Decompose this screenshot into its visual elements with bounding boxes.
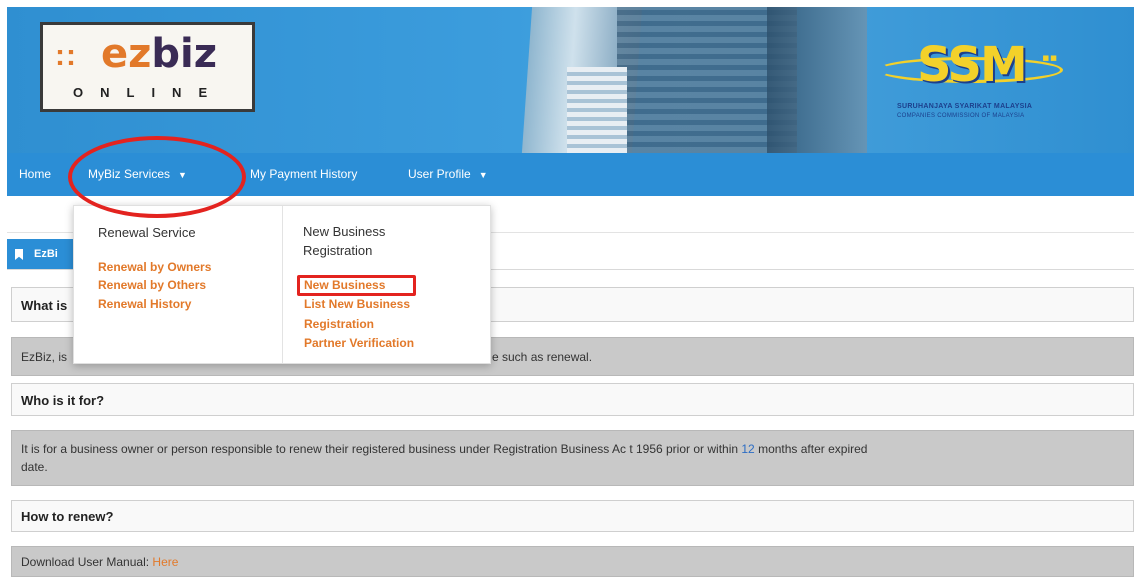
user-manual-link[interactable]: Here (152, 555, 178, 569)
renewal-by-others-link[interactable]: Renewal by Others (98, 278, 206, 292)
mybiz-services-dropdown: Renewal Service Renewal by Owners Renewa… (73, 205, 491, 364)
building-graphic (767, 7, 867, 153)
nav-home[interactable]: Home (19, 167, 51, 181)
ssm-name: SURUHANJAYA SYARIKAT MALAYSIA (897, 103, 1033, 110)
faq-answer: Download User Manual: Here (11, 546, 1134, 577)
ssm-logo: SSM ▪▪ SURUHANJAYA SYARIKAT MALAYSIA COM… (877, 37, 1112, 127)
header-banner: :: ezbiz ONLINE SSM ▪▪ SURUHANJAYA SYARI… (7, 7, 1134, 153)
logo-mark: :: (55, 39, 77, 72)
ssm-mark: SSM (917, 37, 1028, 93)
highlight-ellipse (68, 136, 246, 218)
nav-user-profile[interactable]: User Profile ▼ (408, 167, 488, 181)
answer-text: Download User Manual: (21, 555, 153, 569)
caret-down-icon: ▼ (478, 170, 488, 180)
registration-link[interactable]: Registration (304, 317, 374, 331)
ssm-dots-icon: ▪▪ (1042, 45, 1058, 70)
question-text: Who is it for? (21, 393, 105, 408)
building-graphic (567, 67, 627, 153)
section-tab-label: EzBi (34, 248, 58, 260)
question-text: What is (21, 298, 68, 313)
dropdown-heading: Registration (303, 243, 373, 258)
highlight-box (297, 275, 416, 296)
ezbiz-logo[interactable]: :: ezbiz ONLINE (40, 22, 255, 112)
dropdown-heading: Renewal Service (98, 225, 196, 240)
list-new-business-link[interactable]: List New Business (304, 297, 410, 311)
faq-question: Who is it for? (11, 383, 1134, 416)
nav-label: User Profile (408, 167, 471, 181)
logo-word: ezbiz (101, 31, 218, 77)
question-text: How to renew? (21, 509, 114, 524)
renewal-by-owners-link[interactable]: Renewal by Owners (98, 260, 211, 274)
renewal-history-link[interactable]: Renewal History (98, 297, 191, 311)
column-divider (282, 206, 283, 363)
partner-verification-link[interactable]: Partner Verification (304, 336, 414, 350)
answer-text: date. (21, 460, 48, 474)
faq-answer: It is for a business owner or person res… (11, 430, 1134, 486)
logo-subtitle: ONLINE (73, 85, 225, 100)
answer-text: EzBiz, is (21, 350, 68, 364)
nav-payment-history[interactable]: My Payment History (250, 167, 357, 181)
faq-question: How to renew? (11, 500, 1134, 532)
bookmark-icon (15, 249, 23, 260)
answer-text: It is for a business owner or person res… (21, 442, 868, 456)
answer-text: e such as renewal. (492, 350, 593, 364)
dropdown-heading: New Business (303, 224, 386, 239)
ssm-name-english: COMPANIES COMMISSION OF MALAYSIA (897, 113, 1025, 119)
